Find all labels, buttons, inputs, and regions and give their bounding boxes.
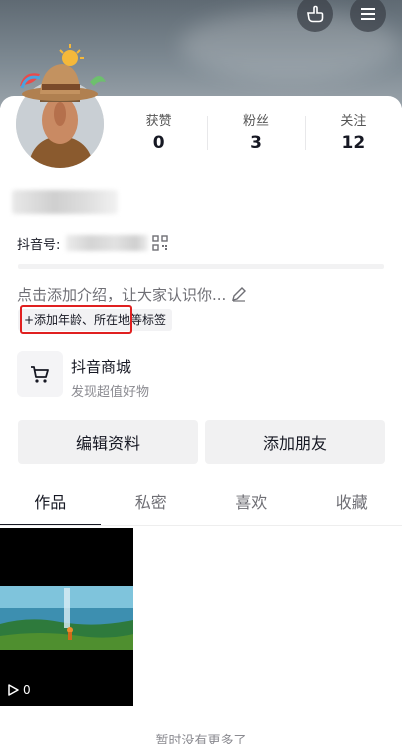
qr-code-icon[interactable] — [152, 235, 169, 251]
stat-likes[interactable]: 获赞 0 — [110, 112, 207, 156]
intro-placeholder: 点击添加介绍，让大家认识你... — [17, 285, 227, 304]
stat-value: 3 — [250, 133, 262, 153]
shop-subtitle: 发现超值好物 — [71, 385, 150, 400]
stat-following[interactable]: 关注 12 — [304, 112, 402, 156]
video-thumbnail[interactable] — [0, 528, 133, 706]
douyin-id-row[interactable]: 抖音号: — [17, 233, 169, 253]
no-more-text: 暂时没有更多了 — [155, 734, 247, 744]
tabs-divider — [0, 525, 402, 526]
avatar[interactable] — [14, 42, 110, 168]
stat-label: 获赞 — [145, 114, 172, 129]
tab-private[interactable]: 私密 — [101, 490, 202, 526]
edit-pencil-icon[interactable] — [231, 286, 247, 302]
pointing-hand-icon — [307, 5, 324, 23]
add-friend-button[interactable]: 添加朋友 — [205, 420, 385, 464]
shopping-cart-icon — [31, 366, 49, 383]
play-count: 0 — [6, 683, 31, 697]
stat-followers[interactable]: 粉丝 3 — [207, 112, 304, 156]
play-outline-icon — [8, 684, 19, 696]
stat-value: 0 — [152, 133, 165, 153]
intro-row[interactable]: 点击添加介绍，让大家认识你... — [17, 284, 247, 304]
section-divider — [18, 264, 384, 269]
tab-works[interactable]: 作品 — [0, 490, 101, 526]
edit-profile-button[interactable]: 编辑资料 — [18, 420, 198, 464]
stat-label: 粉丝 — [242, 114, 269, 129]
highlight-box — [20, 305, 132, 334]
play-count-value: 0 — [23, 683, 31, 697]
tab-favorites[interactable]: 收藏 — [302, 490, 402, 526]
shop-entry-icon-box[interactable] — [17, 351, 63, 397]
douyin-id-blurred — [66, 235, 149, 251]
content-tabs: 作品 私密 喜欢 收藏 — [0, 490, 402, 526]
shop-title[interactable]: 抖音商城 — [71, 356, 131, 377]
stats-row: 获赞 0 粉丝 3 关注 12 — [110, 112, 402, 156]
username-blurred — [12, 190, 118, 214]
douyin-id-label: 抖音号: — [17, 237, 61, 253]
tab-liked[interactable]: 喜欢 — [201, 490, 302, 526]
menu-icon — [361, 8, 375, 20]
stat-value: 12 — [341, 133, 366, 153]
stat-label: 关注 — [340, 114, 367, 129]
